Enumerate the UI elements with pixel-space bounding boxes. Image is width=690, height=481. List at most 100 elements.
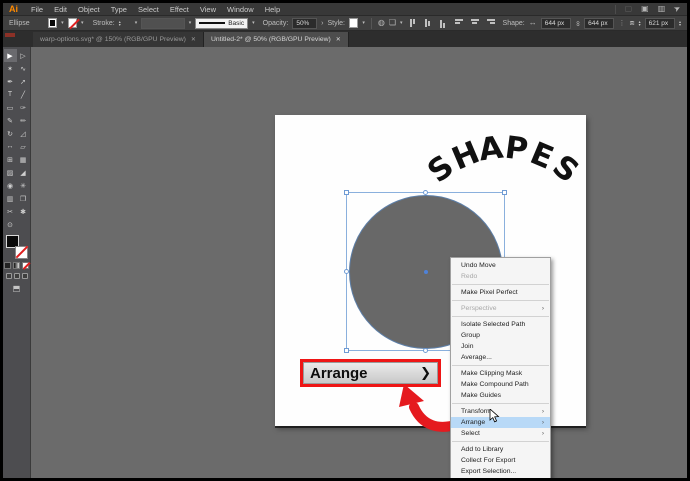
align-vertical-top-icon[interactable] xyxy=(455,19,465,28)
selection-handle-middle-left[interactable] xyxy=(344,269,349,274)
stroke-weight-dropdown-icon[interactable]: ▾ xyxy=(135,20,138,26)
transform-reference-icon[interactable]: ⧈ xyxy=(629,19,634,27)
selection-handle-top-left[interactable] xyxy=(344,190,349,195)
chevron-down-icon[interactable]: ▾ xyxy=(252,20,255,26)
context-menu-item-add-to-library[interactable]: Add to Library xyxy=(451,444,550,455)
context-menu-item-group[interactable]: Group xyxy=(451,330,550,341)
menu-type[interactable]: Type xyxy=(111,5,127,14)
context-menu-item-transform[interactable]: Transform› xyxy=(451,406,550,417)
symbol-sprayer-tool-icon[interactable]: ✳ xyxy=(17,179,30,192)
stock-icon[interactable]: ▢ xyxy=(625,5,633,13)
selection-handle-bottom-left[interactable] xyxy=(344,348,349,353)
chevron-down-icon[interactable]: ▾ xyxy=(400,20,403,26)
selection-handle-top-right[interactable] xyxy=(502,190,507,195)
blend-tool-icon[interactable]: ◉ xyxy=(4,179,17,192)
opacity-value-field[interactable]: 50% xyxy=(292,18,317,29)
x-position-field[interactable]: 621 px xyxy=(645,18,675,29)
menu-help[interactable]: Help xyxy=(265,5,280,14)
context-menu-item-collect-for-export[interactable]: Collect For Export xyxy=(451,455,550,466)
context-menu-item-make-compound-path[interactable]: Make Compound Path xyxy=(451,379,550,390)
type-tool-icon[interactable]: T xyxy=(4,88,17,101)
align-vertical-bottom-icon[interactable] xyxy=(485,19,495,28)
menu-select[interactable]: Select xyxy=(138,5,159,14)
shaper-tool-icon[interactable]: ✏ xyxy=(17,114,30,127)
menu-edit[interactable]: Edit xyxy=(54,5,67,14)
pen-tool-icon[interactable]: ✒ xyxy=(4,75,17,88)
context-menu-item-isolate-selected-path[interactable]: Isolate Selected Path xyxy=(451,319,550,330)
zoom-tool-icon[interactable]: ⊙ xyxy=(4,218,17,231)
more-options-icon[interactable]: ⋮ xyxy=(618,19,625,27)
context-menu-item-make-pixel-perfect[interactable]: Make Pixel Perfect xyxy=(451,287,550,298)
selection-tool-icon[interactable]: ▶ xyxy=(4,49,17,62)
arrange-documents-icon[interactable]: ▣ xyxy=(641,5,649,13)
context-menu-item-make-clipping-mask[interactable]: Make Clipping Mask xyxy=(451,368,550,379)
width-tool-icon[interactable]: ↔ xyxy=(4,140,17,153)
perspective-grid-tool-icon[interactable]: ⊞ xyxy=(4,153,17,166)
constrain-proportions-icon[interactable]: ∞ xyxy=(574,21,581,26)
align-vertical-middle-icon[interactable] xyxy=(470,19,480,28)
draw-normal-icon[interactable] xyxy=(6,273,12,279)
mesh-tool-icon[interactable]: ▦ xyxy=(17,153,30,166)
recolor-artwork-icon[interactable]: ◍ xyxy=(378,19,385,27)
align-horizontal-right-icon[interactable] xyxy=(440,19,450,28)
fill-stroke-indicator[interactable] xyxy=(5,235,29,259)
eyedropper-tool-icon[interactable]: ◢ xyxy=(17,166,30,179)
fill-color-swatch[interactable] xyxy=(48,18,57,28)
shape-height-field[interactable]: 644 px xyxy=(584,18,614,29)
context-menu-item-arrange[interactable]: Arrange› xyxy=(451,417,550,428)
document-tab-1[interactable]: warp-options.svg* @ 150% (RGB/GPU Previe… xyxy=(33,32,204,47)
stroke-color-swatch[interactable] xyxy=(68,18,77,28)
menu-view[interactable]: View xyxy=(200,5,216,14)
opacity-more-icon[interactable]: › xyxy=(321,20,323,27)
chevron-down-icon[interactable]: ▾ xyxy=(189,20,192,26)
line-segment-tool-icon[interactable]: ╱ xyxy=(17,88,30,101)
none-mode-icon[interactable] xyxy=(22,262,29,269)
pencil-tool-icon[interactable]: ✎ xyxy=(4,114,17,127)
context-menu-item-join[interactable]: Join xyxy=(451,341,550,352)
hand-tool-icon[interactable]: ✱ xyxy=(17,205,30,218)
x-position-stepper[interactable]: ▴▾ xyxy=(639,20,641,26)
magic-wand-tool-icon[interactable]: ✶ xyxy=(4,62,17,75)
document-tab-2[interactable]: Untitled-2* @ 50% (RGB/GPU Preview)✕ xyxy=(204,32,349,47)
stroke-weight-stepper[interactable]: ▴▾ xyxy=(119,20,121,26)
direct-selection-tool-icon[interactable]: ▷ xyxy=(17,49,30,62)
context-menu-item-undo-move[interactable]: Undo Move xyxy=(451,260,550,271)
menu-effect[interactable]: Effect xyxy=(170,5,189,14)
slice-tool-icon[interactable]: ✂ xyxy=(4,205,17,218)
brush-definition-dropdown[interactable]: Basic xyxy=(195,18,248,29)
context-menu-item-average[interactable]: Average... xyxy=(451,352,550,363)
draw-inside-icon[interactable] xyxy=(22,273,28,279)
gradient-tool-icon[interactable]: ▨ xyxy=(4,166,17,179)
draw-behind-icon[interactable] xyxy=(14,273,20,279)
selection-handle-bottom-center[interactable] xyxy=(423,348,428,353)
stroke-swatch[interactable] xyxy=(15,246,28,259)
curvature-tool-icon[interactable]: ➚ xyxy=(17,75,30,88)
screen-mode-icon[interactable]: ⬒ xyxy=(13,284,21,293)
color-mode-icon[interactable] xyxy=(4,262,11,269)
context-menu-item-select[interactable]: Select› xyxy=(451,428,550,439)
variable-width-profile-dropdown[interactable] xyxy=(141,18,184,29)
align-horizontal-center-icon[interactable] xyxy=(425,19,435,28)
menu-window[interactable]: Window xyxy=(227,5,254,14)
y-position-stepper[interactable]: ▴▾ xyxy=(679,20,681,26)
menu-file[interactable]: File xyxy=(31,5,43,14)
gradient-mode-icon[interactable] xyxy=(13,262,20,269)
tab-close-icon[interactable]: ✕ xyxy=(191,36,196,43)
artboard-tool-icon[interactable]: ❐ xyxy=(17,192,30,205)
context-menu-item-export-selection[interactable]: Export Selection... xyxy=(451,466,550,477)
context-menu-item-make-guides[interactable]: Make Guides xyxy=(451,390,550,401)
column-graph-tool-icon[interactable]: ▥ xyxy=(4,192,17,205)
style-swatch[interactable] xyxy=(349,18,358,28)
selection-center-point[interactable] xyxy=(424,270,428,274)
free-transform-tool-icon[interactable]: ▱ xyxy=(17,140,30,153)
chevron-down-icon[interactable]: ▾ xyxy=(81,20,84,26)
selection-handle-top-center[interactable] xyxy=(423,190,428,195)
chevron-down-icon[interactable]: ▾ xyxy=(362,20,365,26)
shape-width-field[interactable]: 644 px xyxy=(541,18,571,29)
scale-tool-icon[interactable]: ◿ xyxy=(17,127,30,140)
chevron-down-icon[interactable]: ▾ xyxy=(61,20,64,26)
align-horizontal-left-icon[interactable] xyxy=(410,19,420,28)
isolate-selection-icon[interactable]: ❏ xyxy=(389,19,396,27)
rotate-tool-icon[interactable]: ↻ xyxy=(4,127,17,140)
workspace-switcher-icon[interactable]: ▥ xyxy=(658,5,666,13)
